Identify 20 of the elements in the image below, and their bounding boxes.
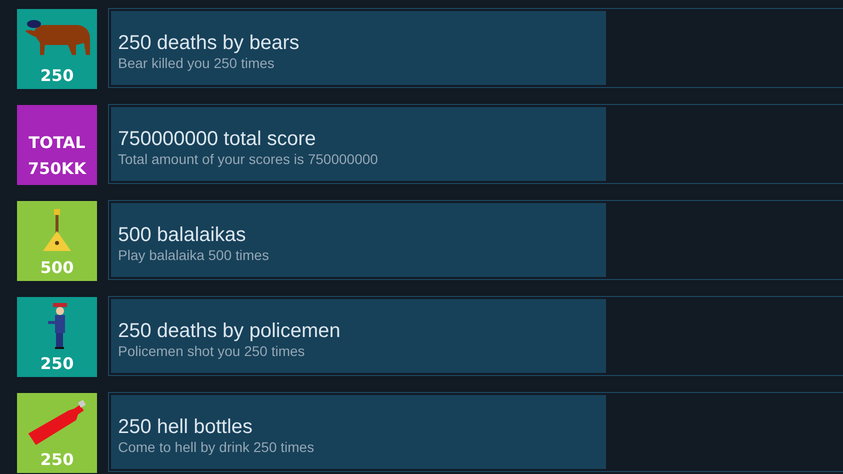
badge-label: 250	[40, 354, 74, 374]
bottle-icon	[28, 398, 86, 444]
achievement-description: Play balalaika 500 times	[118, 246, 270, 264]
balalaika-icon	[43, 208, 71, 250]
badge-label: 250	[40, 450, 74, 470]
badge-label: TOTAL	[28, 132, 86, 154]
bear-icon	[24, 20, 90, 55]
achievement-description: Policemen shot you 250 times	[118, 342, 306, 360]
achievement-title: 750000000 total score	[118, 126, 317, 150]
badge-label: 500	[40, 258, 74, 278]
achievement-title: 500 balalaikas	[118, 222, 247, 246]
badge-label: 250	[40, 66, 74, 86]
badge-label: 750KK	[28, 158, 86, 180]
achievement-title: 250 deaths by policemen	[118, 318, 342, 342]
achievement-description: Come to hell by drink 250 times	[118, 438, 316, 456]
achievement-title: 250 deaths by bears	[118, 30, 300, 54]
achievement-title: 250 hell bottles	[118, 414, 254, 438]
achievement-description: Total amount of your scores is 750000000	[118, 150, 379, 168]
achievement-description: Bear killed you 250 times	[118, 54, 276, 72]
policeman-icon	[48, 302, 66, 348]
